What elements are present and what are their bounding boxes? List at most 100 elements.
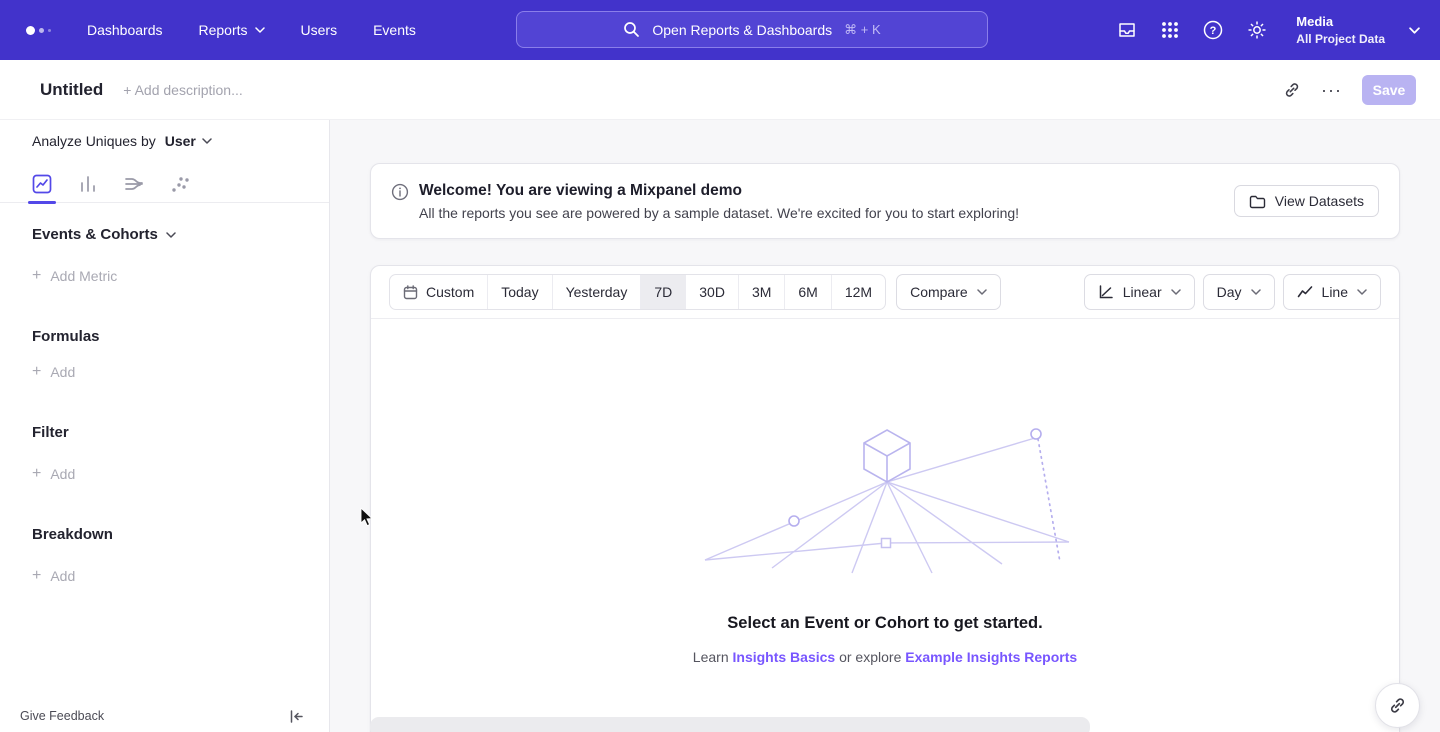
compare-label: Compare: [910, 284, 968, 300]
add-metric-label: Add Metric: [50, 268, 117, 284]
date-range-7d[interactable]: 7D: [640, 275, 685, 309]
granularity-selector-button[interactable]: Day: [1203, 274, 1275, 310]
add-breakdown-button[interactable]: + Add: [32, 568, 75, 584]
add-filter-button[interactable]: + Add: [32, 466, 75, 482]
date-range-3m[interactable]: 3M: [738, 275, 784, 309]
add-filter-label: Add: [50, 466, 75, 482]
empty-state-title: Select an Event or Cohort to get started…: [371, 614, 1399, 633]
nav-item-dashboards[interactable]: Dashboards: [87, 22, 163, 38]
middle-text: or explore: [839, 649, 901, 665]
date-range-label: 6M: [798, 284, 817, 300]
bar-chart-tab-icon: [78, 174, 98, 194]
tab-bar-chart[interactable]: [76, 172, 100, 196]
plus-icon: +: [32, 268, 41, 284]
tab-scatter[interactable]: [168, 172, 192, 196]
empty-state-illustration: [697, 424, 1077, 574]
plus-icon: +: [32, 466, 41, 482]
sidebar-footer: Give Feedback: [0, 700, 329, 732]
main-content: Welcome! You are viewing a Mixpanel demo…: [330, 120, 1440, 732]
folder-icon: [1249, 194, 1266, 209]
nav-item-label: Reports: [199, 22, 248, 38]
project-switcher[interactable]: Media All Project Data: [1296, 13, 1385, 47]
nav-item-events[interactable]: Events: [373, 22, 416, 38]
help-icon[interactable]: ?: [1202, 19, 1224, 41]
chevron-down-icon: [977, 289, 987, 295]
line-chart-tab-icon: [32, 174, 52, 194]
plus-icon: +: [32, 364, 41, 380]
scale-selector-button[interactable]: Linear: [1084, 274, 1195, 310]
date-range-custom[interactable]: Custom: [390, 275, 487, 309]
date-range-today[interactable]: Today: [487, 275, 551, 309]
events-cohorts-section[interactable]: Events & Cohorts: [32, 226, 176, 243]
example-insights-reports-link[interactable]: Example Insights Reports: [905, 649, 1077, 665]
collapse-sidebar-icon[interactable]: [288, 708, 305, 725]
formulas-section: Formulas: [32, 328, 100, 345]
nav-items: Dashboards Reports Users Events: [87, 22, 416, 38]
report-title[interactable]: Untitled: [40, 80, 103, 100]
empty-state-subtitle: Learn Insights Basics or explore Example…: [371, 649, 1399, 665]
more-options-button[interactable]: ···: [1321, 85, 1342, 95]
date-range-6m[interactable]: 6M: [784, 275, 830, 309]
view-datasets-button[interactable]: View Datasets: [1234, 185, 1379, 217]
tab-line-chart[interactable]: [30, 172, 54, 196]
nav-right-cluster: ? Media All Project Data: [1116, 0, 1420, 60]
linear-scale-icon: [1098, 284, 1114, 300]
formulas-label: Formulas: [32, 328, 100, 345]
logo-dot: [26, 26, 35, 35]
analyze-label: Analyze Uniques by: [32, 133, 156, 149]
granularity-label: Day: [1217, 284, 1242, 300]
tab-flow[interactable]: [122, 172, 146, 196]
link-icon: [1388, 696, 1407, 715]
welcome-banner: Welcome! You are viewing a Mixpanel demo…: [370, 163, 1400, 239]
inbox-icon[interactable]: [1116, 19, 1138, 41]
analyze-entity-dropdown[interactable]: User: [165, 133, 212, 149]
add-description-field[interactable]: + Add description...: [123, 82, 242, 98]
next-section-edge: [370, 717, 1090, 732]
plus-icon: +: [32, 568, 41, 584]
share-link-fab[interactable]: [1375, 683, 1420, 728]
flow-tab-icon: [124, 174, 144, 194]
add-formula-button[interactable]: + Add: [32, 364, 75, 380]
date-range-30d[interactable]: 30D: [685, 275, 738, 309]
report-header-actions: ··· Save: [1283, 75, 1416, 105]
nav-item-label: Dashboards: [87, 22, 163, 38]
search-placeholder: Open Reports & Dashboards: [652, 22, 832, 38]
analyze-uniques-row: Analyze Uniques by User: [32, 133, 212, 149]
breakdown-label: Breakdown: [32, 526, 113, 543]
calendar-icon: [403, 285, 418, 300]
project-chevron-down-icon[interactable]: [1409, 21, 1420, 39]
chart-type-selector-button[interactable]: Line: [1283, 274, 1381, 310]
report-header: Untitled + Add description... ··· Save: [0, 60, 1440, 120]
banner-body: All the reports you see are powered by a…: [419, 205, 1019, 221]
query-builder-sidebar: Analyze Uniques by User Events & Cohorts: [0, 120, 330, 732]
app-window: Dashboards Reports Users Events Open Rep…: [0, 0, 1440, 732]
save-button[interactable]: Save: [1362, 75, 1416, 105]
settings-gear-icon[interactable]: [1246, 19, 1268, 41]
give-feedback-link[interactable]: Give Feedback: [20, 709, 104, 723]
add-metric-button[interactable]: + Add Metric: [32, 268, 117, 284]
events-cohorts-label: Events & Cohorts: [32, 226, 158, 243]
chevron-down-icon: [1171, 289, 1181, 295]
nav-item-reports[interactable]: Reports: [199, 22, 265, 38]
global-search-bar[interactable]: Open Reports & Dashboards ⌘ + K: [516, 11, 988, 48]
info-icon: [391, 183, 409, 201]
insights-basics-link[interactable]: Insights Basics: [733, 649, 836, 665]
copy-link-icon[interactable]: [1283, 81, 1301, 99]
project-dataset: All Project Data: [1296, 31, 1385, 47]
add-breakdown-label: Add: [50, 568, 75, 584]
date-range-label: 7D: [654, 284, 672, 300]
view-datasets-label: View Datasets: [1275, 193, 1364, 209]
date-range-12m[interactable]: 12M: [831, 275, 885, 309]
add-formula-label: Add: [50, 364, 75, 380]
report-controls-row: Custom Today Yesterday 7D 30D 3M 6M 12M …: [371, 266, 1399, 319]
nav-item-label: Users: [301, 22, 338, 38]
compare-button[interactable]: Compare: [896, 274, 1001, 310]
date-range-yesterday[interactable]: Yesterday: [552, 275, 641, 309]
apps-grid-icon[interactable]: [1160, 20, 1180, 40]
mixpanel-logo[interactable]: [26, 26, 51, 35]
chevron-down-icon: [1357, 289, 1367, 295]
chevron-down-icon: [1251, 289, 1261, 295]
chevron-down-icon: [202, 138, 212, 144]
nav-item-users[interactable]: Users: [301, 22, 338, 38]
date-range-label: Yesterday: [566, 284, 628, 300]
